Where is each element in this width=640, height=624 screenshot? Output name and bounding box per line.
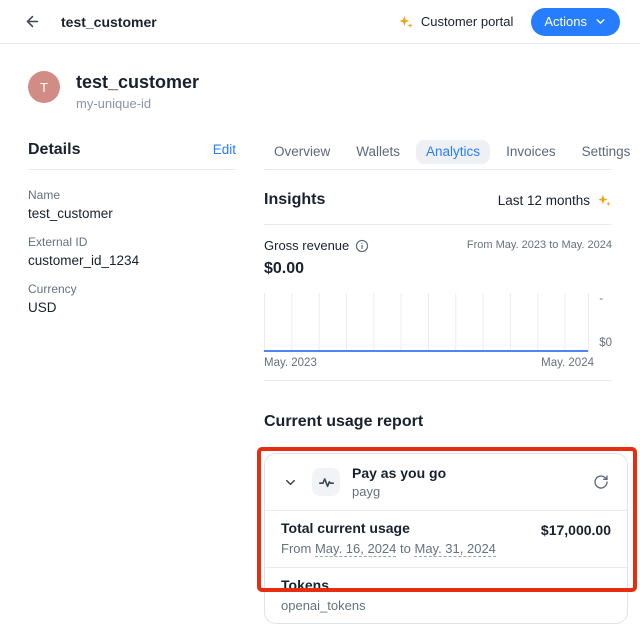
- insights-title: Insights: [264, 190, 325, 210]
- gross-revenue-date-range: From May. 2023 to May. 2024: [467, 238, 612, 251]
- gross-revenue-section: Gross revenue From May. 2023 to May. 202…: [264, 225, 612, 381]
- field-label: External ID: [28, 235, 236, 249]
- insights-header: Insights Last 12 months: [264, 170, 612, 225]
- chevron-down-icon: [283, 475, 298, 490]
- total-usage-period: From May. 16, 2024 to May. 31, 2024: [281, 541, 496, 557]
- actions-button-label: Actions: [544, 14, 587, 29]
- total-usage-amount: $17,000.00: [541, 520, 611, 539]
- chart-y-axis: - $0: [589, 293, 612, 352]
- pulse-icon: [312, 468, 340, 496]
- field-value: USD: [28, 300, 236, 315]
- tab-overview[interactable]: Overview: [264, 140, 340, 164]
- chart-x-axis: May. 2023 May. 2024: [264, 357, 594, 369]
- total-usage-row: Total current usage From May. 16, 2024 t…: [265, 511, 627, 567]
- chart-plot-area: [264, 293, 589, 352]
- sparkle-icon: [597, 193, 612, 208]
- details-panel: Details Edit Name test_customer External…: [28, 140, 236, 624]
- field-label: Currency: [28, 282, 236, 296]
- period-date-from[interactable]: May. 16, 2024: [315, 541, 396, 557]
- chart-zero-line: [264, 350, 588, 352]
- period-selector-label: Last 12 months: [498, 193, 590, 208]
- y-tick-bottom: $0: [599, 337, 612, 349]
- plan-header-row: Pay as you go payg: [265, 454, 627, 510]
- plan-name: Pay as you go: [352, 465, 579, 481]
- customer-header: T test_customer my-unique-id: [28, 71, 612, 111]
- period-date-to[interactable]: May. 31, 2024: [414, 541, 495, 557]
- usage-item-name: Tokens: [281, 577, 611, 594]
- plan-code: payg: [352, 484, 579, 499]
- field-label: Name: [28, 188, 236, 202]
- total-usage-label: Total current usage: [281, 520, 496, 537]
- field-value: test_customer: [28, 206, 236, 221]
- period-to-word: to: [400, 541, 411, 556]
- customer-portal-link[interactable]: Customer portal: [398, 14, 513, 30]
- x-tick-end: May. 2024: [541, 357, 594, 369]
- gross-revenue-chart: - $0: [264, 293, 612, 352]
- back-button[interactable]: [22, 11, 43, 32]
- page-title: test_customer: [61, 14, 157, 30]
- main-panel: Overview Wallets Analytics Invoices Sett…: [264, 140, 612, 624]
- collapse-toggle-button[interactable]: [281, 473, 300, 492]
- sparkle-icon: [398, 14, 414, 30]
- usage-report-title: Current usage report: [264, 412, 612, 431]
- tab-analytics[interactable]: Analytics: [416, 140, 490, 164]
- chevron-down-icon: [594, 15, 607, 28]
- gross-revenue-amount: $0.00: [264, 259, 612, 279]
- period-selector[interactable]: Last 12 months: [498, 193, 612, 208]
- section-divider: [264, 380, 612, 381]
- field-external-id: External ID customer_id_1234: [28, 235, 236, 268]
- arrow-left-icon: [24, 13, 41, 30]
- edit-details-button[interactable]: Edit: [213, 140, 236, 160]
- usage-item-row: Tokens openai_tokens: [265, 568, 627, 623]
- details-title: Details: [28, 140, 80, 160]
- period-from-word: From: [281, 541, 311, 556]
- field-value: customer_id_1234: [28, 253, 236, 268]
- refresh-button[interactable]: [591, 472, 611, 492]
- usage-report-card: Pay as you go payg Total current usage F…: [264, 453, 628, 624]
- actions-button[interactable]: Actions: [531, 8, 620, 36]
- field-name: Name test_customer: [28, 188, 236, 221]
- info-icon[interactable]: [355, 239, 369, 253]
- top-bar: test_customer Customer portal Actions: [0, 0, 640, 44]
- y-tick-top: -: [599, 293, 612, 305]
- customer-external-id: my-unique-id: [76, 96, 199, 111]
- tab-settings[interactable]: Settings: [572, 140, 640, 164]
- x-tick-start: May. 2023: [264, 357, 317, 369]
- usage-item-code: openai_tokens: [281, 598, 611, 614]
- gross-revenue-label: Gross revenue: [264, 238, 349, 253]
- tab-wallets[interactable]: Wallets: [346, 140, 410, 164]
- tab-bar: Overview Wallets Analytics Invoices Sett…: [264, 140, 612, 170]
- tab-invoices[interactable]: Invoices: [496, 140, 566, 164]
- avatar: T: [28, 71, 60, 103]
- customer-portal-label: Customer portal: [421, 14, 513, 29]
- refresh-icon: [593, 474, 609, 490]
- field-currency: Currency USD: [28, 282, 236, 315]
- customer-name: test_customer: [76, 71, 199, 93]
- customer-detail-page: { "top_bar": { "title": "test_customer",…: [0, 0, 640, 601]
